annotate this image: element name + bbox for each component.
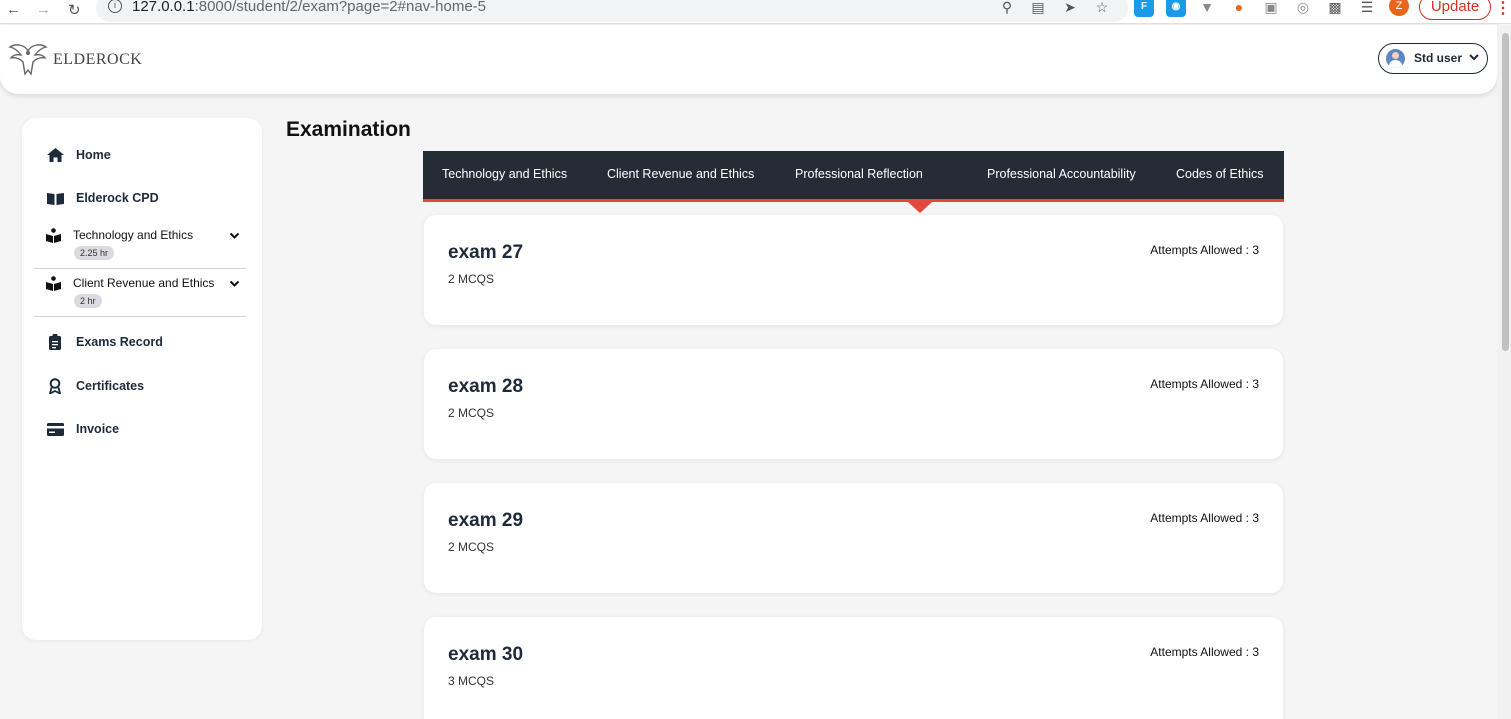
url-text[interactable]: 127.0.0.1:8000/student/2/exam?page=2#nav… xyxy=(132,0,486,15)
exam-card[interactable]: exam 30 3 MCQS Attempts Allowed : 3 xyxy=(424,617,1283,719)
exam-attempts-allowed: Attempts Allowed : 3 xyxy=(1150,377,1259,391)
url-host: 127.0.0.1 xyxy=(132,0,195,15)
screenshot-icon[interactable]: ▣ xyxy=(1262,0,1280,16)
sidebar-item-label: Invoice xyxy=(76,422,120,436)
browser-toolbar: ← → ↻ i 127.0.0.1:8000/student/2/exam?pa… xyxy=(0,0,1511,24)
sidebar-item-invoice[interactable]: Invoice xyxy=(46,418,119,440)
duration-badge: 2 hr xyxy=(74,294,102,308)
exam-name[interactable]: exam 30 xyxy=(448,644,523,666)
sidebar-item-label: Home xyxy=(76,148,111,162)
duration-badge: 2.25 hr xyxy=(74,246,115,260)
course-tabs: Technology and Ethics Client Revenue and… xyxy=(423,151,1284,199)
globe-icon[interactable]: ◎ xyxy=(1294,0,1312,16)
forward-icon[interactable]: → xyxy=(36,1,51,18)
tab-professional-accountability[interactable]: Professional Accountability xyxy=(987,167,1136,181)
exam-attempts-allowed: Attempts Allowed : 3 xyxy=(1150,243,1259,257)
exam-name[interactable]: exam 27 xyxy=(448,242,523,264)
exam-name[interactable]: exam 28 xyxy=(448,376,523,398)
extensions-puzzle-icon[interactable]: ▩ xyxy=(1326,0,1344,16)
media-queue-icon[interactable]: ☰ xyxy=(1358,0,1376,16)
active-tab-indicator xyxy=(908,202,932,213)
user-name: Std user xyxy=(1414,51,1463,65)
sidebar-item-label: Certificates xyxy=(76,379,145,393)
sidebar-item-label: Elderock CPD xyxy=(76,191,159,205)
exam-card[interactable]: exam 28 2 MCQS Attempts Allowed : 3 xyxy=(424,349,1283,459)
exam-card[interactable]: exam 29 2 MCQS Attempts Allowed : 3 xyxy=(424,483,1283,593)
exam-attempts-allowed: Attempts Allowed : 3 xyxy=(1150,645,1259,659)
zoom-icon[interactable]: ⚲ xyxy=(998,0,1016,16)
back-icon[interactable]: ← xyxy=(6,1,21,18)
credit-card-icon xyxy=(46,421,64,437)
extension-drop-icon[interactable]: ● xyxy=(1230,0,1248,16)
bookmark-star-icon[interactable]: ☆ xyxy=(1093,0,1111,16)
sidebar-item-home[interactable]: Home xyxy=(46,144,111,166)
sidebar-item-label: Exams Record xyxy=(76,335,163,349)
send-icon[interactable]: ➤ xyxy=(1061,0,1079,16)
tab-professional-reflection[interactable]: Professional Reflection xyxy=(795,167,923,181)
sidebar-item-elderock-cpd[interactable]: Elderock CPD xyxy=(46,187,159,209)
update-button[interactable]: Update xyxy=(1419,0,1491,20)
app-header: ELDEROCK Std user xyxy=(0,25,1497,94)
tab-client-revenue-and-ethics[interactable]: Client Revenue and Ethics xyxy=(607,167,754,181)
extension-fi-icon[interactable]: F xyxy=(1134,0,1154,17)
reader-icon xyxy=(46,228,61,248)
exam-mcq-count: 2 MCQS xyxy=(448,272,495,286)
url-path: :8000/student/2/exam?page=2#nav-home-5 xyxy=(194,0,487,15)
reader-icon xyxy=(46,276,61,296)
browser-menu-icon[interactable]: ⋮ xyxy=(1495,0,1511,18)
page-scrollbar-thumb[interactable] xyxy=(1502,33,1509,351)
sidebar-item-exams-record[interactable]: Exams Record xyxy=(46,331,163,353)
eagle-logo-icon[interactable] xyxy=(8,41,48,77)
reader-mode-icon[interactable]: ▤ xyxy=(1029,0,1047,16)
exam-mcq-count: 2 MCQS xyxy=(448,406,495,420)
sidebar-item-certificates[interactable]: Certificates xyxy=(46,375,144,397)
extension-camera-icon[interactable]: ◉ xyxy=(1166,0,1186,17)
page-title: Examination xyxy=(286,118,411,141)
reload-icon[interactable]: ↻ xyxy=(68,1,81,19)
exam-card[interactable]: exam 27 2 MCQS Attempts Allowed : 3 xyxy=(424,215,1283,325)
course-label: Technology and Ethics xyxy=(73,228,194,242)
extension-v-icon[interactable]: ▼ xyxy=(1198,0,1216,16)
exam-mcq-count: 3 MCQS xyxy=(448,674,495,688)
home-icon xyxy=(46,147,64,163)
user-menu-button[interactable]: Std user xyxy=(1378,43,1488,74)
chevron-down-icon[interactable] xyxy=(229,230,240,241)
tabs-underline xyxy=(423,199,1284,202)
book-icon xyxy=(46,190,64,206)
exam-attempts-allowed: Attempts Allowed : 3 xyxy=(1150,511,1259,525)
clipboard-icon xyxy=(46,334,64,350)
sidebar-divider xyxy=(34,268,246,269)
brand-name[interactable]: ELDEROCK xyxy=(53,51,142,69)
exam-mcq-count: 2 MCQS xyxy=(448,540,495,554)
award-icon xyxy=(46,378,64,394)
chevron-down-icon xyxy=(1469,54,1479,61)
exam-name[interactable]: exam 29 xyxy=(448,510,523,532)
sidebar-divider xyxy=(34,316,246,317)
tab-codes-of-ethics[interactable]: Codes of Ethics xyxy=(1176,167,1264,181)
user-avatar xyxy=(1386,49,1405,68)
sidebar: Home Elderock CPD Technology and Ethics … xyxy=(22,118,262,640)
tab-technology-and-ethics[interactable]: Technology and Ethics xyxy=(442,167,567,181)
course-label: Client Revenue and Ethics xyxy=(73,276,215,290)
chevron-down-icon[interactable] xyxy=(229,278,240,289)
profile-avatar[interactable]: Z xyxy=(1389,0,1409,16)
